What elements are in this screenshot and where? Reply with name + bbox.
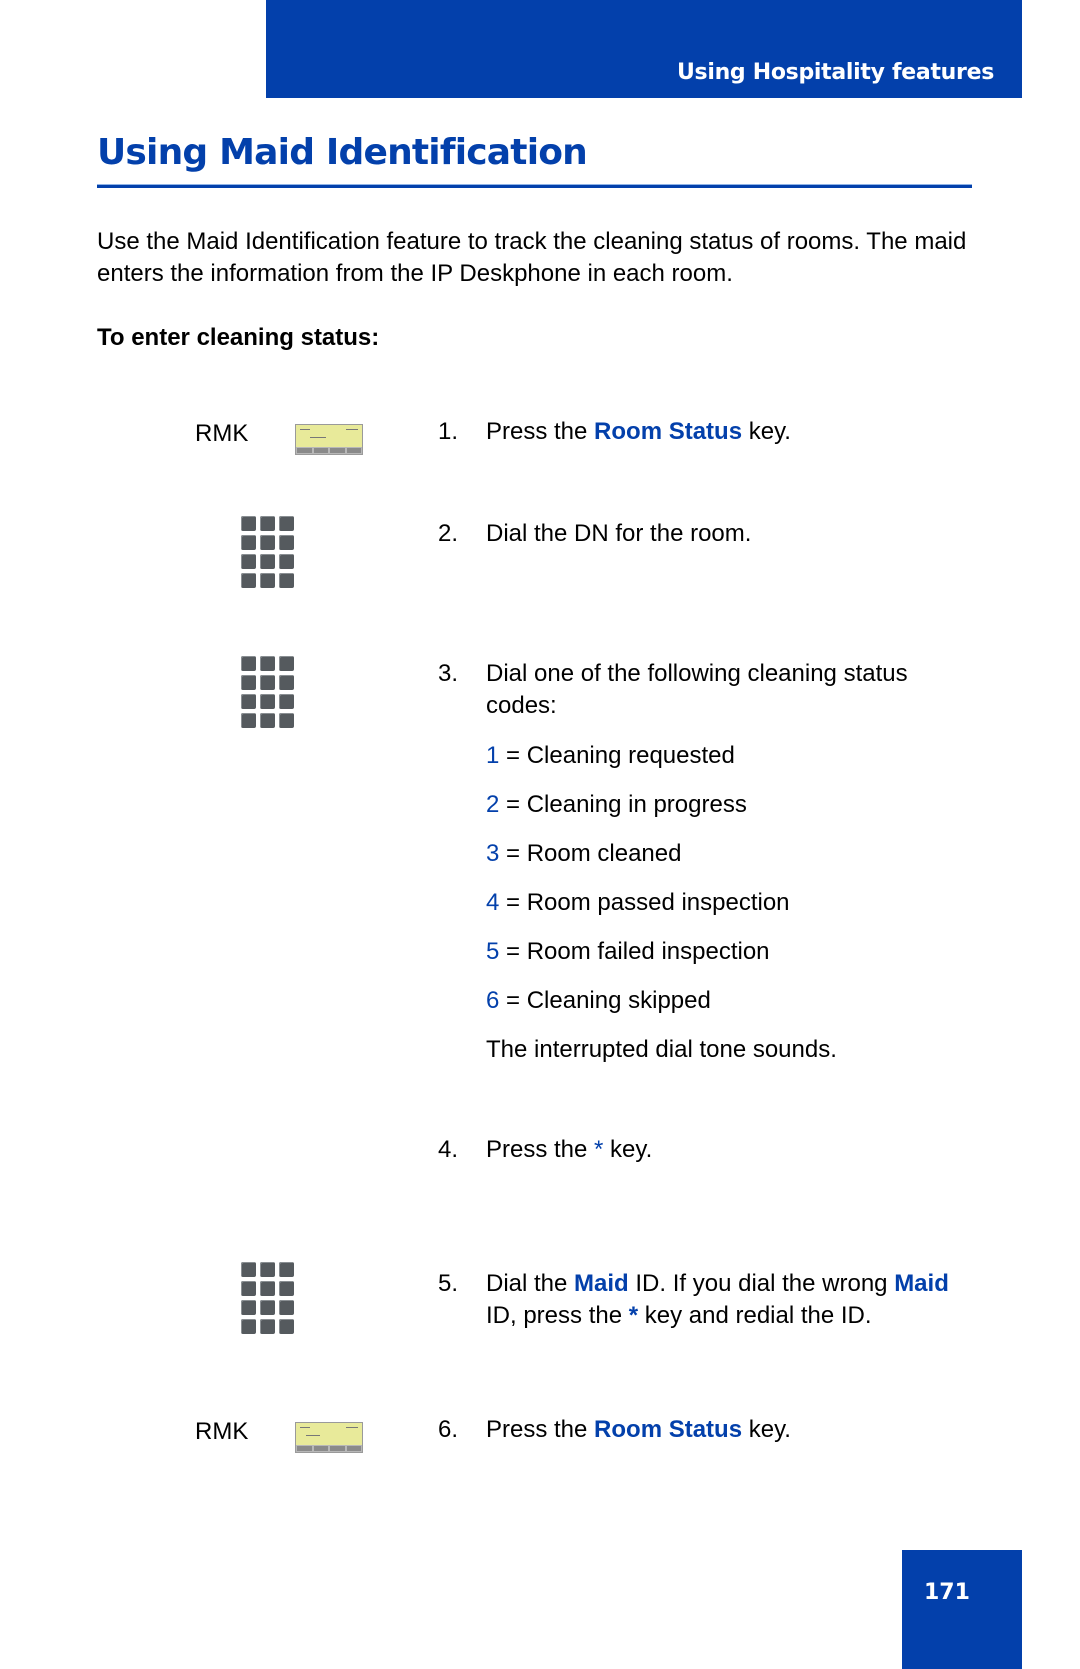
rmk-label: RMK bbox=[195, 420, 249, 447]
status-code-digit: 6 bbox=[486, 987, 500, 1014]
step-text-part: key. bbox=[742, 1416, 791, 1443]
dialpad-icon bbox=[241, 516, 295, 588]
status-code-item: 3 = Room cleaned bbox=[486, 838, 681, 870]
step-number: 3. bbox=[438, 660, 459, 687]
rmk-label: RMK bbox=[195, 1418, 249, 1445]
phone-display-softkey-icon bbox=[295, 1422, 363, 1453]
step-text: Press the Room Status key. bbox=[486, 416, 978, 448]
status-code-label: = Cleaning requested bbox=[499, 742, 735, 769]
step-text-part: Press the bbox=[486, 1416, 595, 1443]
step-text-part: Dial the bbox=[486, 1270, 575, 1297]
status-code-label: = Cleaning in progress bbox=[499, 791, 747, 818]
dialpad-icon bbox=[241, 656, 295, 728]
status-code-label: = Room passed inspection bbox=[499, 889, 790, 916]
intro-paragraph: Use the Maid Identification feature to t… bbox=[97, 228, 967, 287]
status-code-digit: 1 bbox=[486, 742, 500, 769]
maid-key-label: Maid bbox=[894, 1270, 949, 1297]
status-code-item: 4 = Room passed inspection bbox=[486, 887, 790, 919]
title-underline bbox=[97, 184, 972, 188]
status-code-digit: 2 bbox=[486, 791, 500, 818]
step-2: 2. Dial the DN for the room. bbox=[438, 518, 978, 550]
page-number-box: 171 bbox=[902, 1550, 1022, 1669]
step-text: Dial the Maid ID. If you dial the wrong … bbox=[486, 1268, 978, 1332]
step-1: 1. Press the Room Status key. bbox=[438, 416, 978, 448]
maid-key-label: Maid bbox=[574, 1270, 629, 1297]
room-status-key-label: Room Status bbox=[594, 418, 743, 445]
step-5: 5. Dial the Maid ID. If you dial the wro… bbox=[438, 1268, 978, 1332]
status-code-digit: 5 bbox=[486, 938, 500, 965]
status-code-label: = Room cleaned bbox=[499, 840, 682, 867]
step-text: Press the Room Status key. bbox=[486, 1414, 978, 1446]
status-code-item: 2 = Cleaning in progress bbox=[486, 789, 747, 821]
step-4: 4. Press the * key. bbox=[438, 1134, 978, 1166]
star-key-label: * bbox=[594, 1136, 604, 1163]
procedure-heading: To enter cleaning status: bbox=[97, 324, 380, 351]
step-number: 5. bbox=[438, 1270, 459, 1297]
status-code-item: 6 = Cleaning skipped bbox=[486, 985, 711, 1017]
status-code-label: = Room failed inspection bbox=[499, 938, 770, 965]
step-text-part: Press the bbox=[486, 1136, 595, 1163]
status-code-item: 1 = Cleaning requested bbox=[486, 740, 735, 772]
step-number: 2. bbox=[438, 520, 459, 547]
page-title: Using Maid Identification bbox=[97, 132, 588, 173]
step-text: Press the * key. bbox=[486, 1134, 978, 1166]
star-key-label: * bbox=[628, 1302, 639, 1329]
step-text-part: key. bbox=[603, 1136, 653, 1163]
phone-display-softkey-icon bbox=[295, 424, 363, 455]
dialpad-icon bbox=[241, 1262, 295, 1334]
step-3-note: The interrupted dial tone sounds. bbox=[486, 1036, 837, 1063]
room-status-key-label: Room Status bbox=[594, 1416, 743, 1443]
status-code-digit: 4 bbox=[486, 889, 500, 916]
step-3: 3. Dial one of the following cleaning st… bbox=[438, 658, 978, 722]
step-text-part: Press the bbox=[486, 418, 595, 445]
step-number: 4. bbox=[438, 1136, 459, 1163]
step-number: 6. bbox=[438, 1416, 459, 1443]
section-title: Using Hospitality features bbox=[676, 60, 994, 85]
step-6: 6. Press the Room Status key. bbox=[438, 1414, 978, 1446]
status-code-digit: 3 bbox=[486, 840, 500, 867]
step-text: Dial one of the following cleaning statu… bbox=[486, 660, 908, 719]
step-text-part: key. bbox=[742, 418, 791, 445]
step-number: 1. bbox=[438, 418, 459, 445]
status-code-label: = Cleaning skipped bbox=[499, 987, 711, 1014]
step-text-part: key and redial the ID. bbox=[638, 1302, 872, 1329]
step-text: Dial the DN for the room. bbox=[486, 520, 752, 547]
status-code-item: 5 = Room failed inspection bbox=[486, 936, 770, 968]
header-band: Using Hospitality features bbox=[266, 0, 1022, 98]
step-text-part: ID. If you dial the wrong bbox=[628, 1270, 895, 1297]
step-text-part: ID, press the bbox=[486, 1302, 629, 1329]
page-number: 171 bbox=[924, 1580, 970, 1605]
